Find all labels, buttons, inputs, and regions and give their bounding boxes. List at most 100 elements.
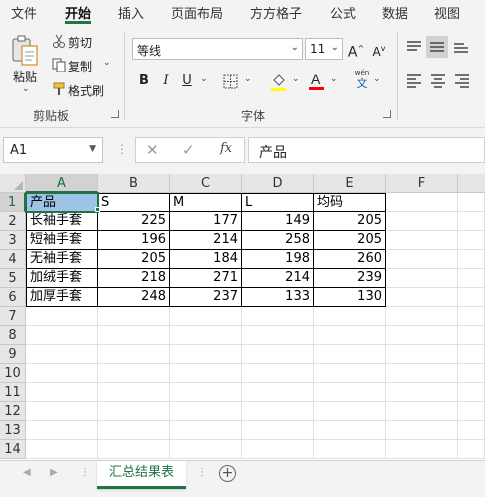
column-header-c[interactable]: C bbox=[170, 174, 242, 193]
empty-cell[interactable] bbox=[98, 421, 170, 440]
cell-c6[interactable]: 237 bbox=[170, 288, 242, 307]
empty-cell[interactable] bbox=[314, 364, 386, 383]
empty-cell[interactable] bbox=[386, 383, 458, 402]
insert-function-icon[interactable]: fx bbox=[220, 141, 232, 156]
empty-cell[interactable] bbox=[242, 421, 314, 440]
tab-ffgz[interactable]: 方方格子 bbox=[250, 3, 302, 22]
empty-cell[interactable] bbox=[26, 421, 98, 440]
cell-e6[interactable]: 130 bbox=[314, 288, 386, 307]
empty-cell[interactable] bbox=[170, 402, 242, 421]
font-launcher-icon[interactable] bbox=[383, 110, 391, 118]
align-top-icon[interactable] bbox=[405, 38, 423, 56]
cell-b6[interactable]: 248 bbox=[98, 288, 170, 307]
column-header-b[interactable]: B bbox=[98, 174, 170, 193]
empty-cell[interactable] bbox=[458, 231, 485, 250]
cell-c3[interactable]: 214 bbox=[170, 231, 242, 250]
cell-e1[interactable]: 均码 bbox=[314, 193, 386, 212]
empty-cell[interactable] bbox=[170, 364, 242, 383]
cell-b1[interactable]: S bbox=[98, 193, 170, 212]
italic-button[interactable]: I bbox=[155, 70, 177, 92]
borders-icon[interactable] bbox=[223, 74, 238, 89]
empty-cell[interactable] bbox=[458, 326, 485, 345]
column-header-d[interactable]: D bbox=[242, 174, 314, 193]
empty-cell[interactable] bbox=[242, 326, 314, 345]
empty-cell[interactable] bbox=[458, 288, 485, 307]
format-painter-button[interactable]: 格式刷 bbox=[68, 82, 104, 99]
empty-cell[interactable] bbox=[386, 326, 458, 345]
align-right-icon[interactable] bbox=[453, 72, 471, 90]
cut-button[interactable]: 剪切 bbox=[68, 34, 92, 51]
empty-cell[interactable] bbox=[98, 345, 170, 364]
cell-d6[interactable]: 133 bbox=[242, 288, 314, 307]
cell-d5[interactable]: 214 bbox=[242, 269, 314, 288]
cell-e2[interactable]: 205 bbox=[314, 212, 386, 231]
empty-cell[interactable] bbox=[458, 307, 485, 326]
fill-handle[interactable] bbox=[95, 207, 100, 212]
paste-dropdown-icon[interactable]: ⌄ bbox=[22, 84, 30, 94]
empty-cell[interactable] bbox=[386, 440, 458, 459]
empty-cell[interactable] bbox=[458, 345, 485, 364]
cell-c2[interactable]: 177 bbox=[170, 212, 242, 231]
empty-cell[interactable] bbox=[98, 326, 170, 345]
empty-cell[interactable] bbox=[170, 345, 242, 364]
empty-cell[interactable] bbox=[386, 231, 458, 250]
grow-font-button[interactable]: A^ bbox=[345, 38, 367, 61]
empty-cell[interactable] bbox=[314, 383, 386, 402]
empty-cell[interactable] bbox=[386, 345, 458, 364]
font-color-icon[interactable]: A bbox=[308, 70, 325, 92]
cell-a5[interactable]: 加绒手套 bbox=[26, 269, 98, 288]
empty-cell[interactable] bbox=[98, 402, 170, 421]
tab-formulas[interactable]: 公式 bbox=[330, 3, 356, 22]
empty-cell[interactable] bbox=[170, 421, 242, 440]
row-header-7[interactable]: 7 bbox=[0, 307, 26, 326]
formula-input[interactable]: 产品 bbox=[248, 137, 485, 163]
empty-cell[interactable] bbox=[98, 364, 170, 383]
empty-cell[interactable] bbox=[242, 307, 314, 326]
empty-cell[interactable] bbox=[458, 212, 485, 231]
empty-cell[interactable] bbox=[458, 440, 485, 459]
name-box[interactable]: A1 ▼ bbox=[3, 137, 103, 163]
empty-cell[interactable] bbox=[170, 307, 242, 326]
cell-a2[interactable]: 长袖手套 bbox=[26, 212, 98, 231]
tab-data[interactable]: 数据 bbox=[382, 3, 408, 22]
empty-cell[interactable] bbox=[314, 402, 386, 421]
empty-cell[interactable] bbox=[386, 364, 458, 383]
empty-cell[interactable] bbox=[170, 440, 242, 459]
empty-cell[interactable] bbox=[26, 345, 98, 364]
cell-b3[interactable]: 196 bbox=[98, 231, 170, 250]
copy-icon[interactable] bbox=[52, 58, 66, 73]
font-size-select[interactable]: 11 ⌄ bbox=[305, 38, 343, 60]
empty-cell[interactable] bbox=[386, 250, 458, 269]
empty-cell[interactable] bbox=[26, 383, 98, 402]
row-header-9[interactable]: 9 bbox=[0, 345, 26, 364]
cell-b4[interactable]: 205 bbox=[98, 250, 170, 269]
next-sheet-icon[interactable]: ▶ bbox=[50, 467, 58, 478]
cell-e5[interactable]: 239 bbox=[314, 269, 386, 288]
cell-d1[interactable]: L bbox=[242, 193, 314, 212]
empty-cell[interactable] bbox=[98, 307, 170, 326]
font-name-select[interactable]: 等线 ⌄ bbox=[132, 38, 303, 60]
row-header-14[interactable]: 14 bbox=[0, 440, 26, 459]
row-header-5[interactable]: 5 bbox=[0, 269, 26, 288]
cell-e3[interactable]: 205 bbox=[314, 231, 386, 250]
empty-cell[interactable] bbox=[242, 364, 314, 383]
cell-a4[interactable]: 无袖手套 bbox=[26, 250, 98, 269]
row-header-2[interactable]: 2 bbox=[0, 212, 26, 231]
clipboard-launcher-icon[interactable] bbox=[111, 110, 119, 118]
column-header-f[interactable]: F bbox=[386, 174, 458, 193]
copy-dropdown-icon[interactable]: ⌄ bbox=[103, 58, 111, 68]
column-header-e[interactable]: E bbox=[314, 174, 386, 193]
align-middle-icon[interactable] bbox=[426, 36, 448, 58]
phonetic-button[interactable]: wén 文 bbox=[353, 69, 371, 91]
empty-cell[interactable] bbox=[386, 421, 458, 440]
enter-icon[interactable]: ✓ bbox=[182, 141, 195, 159]
row-header-8[interactable]: 8 bbox=[0, 326, 26, 345]
cell-a1[interactable]: 产品 bbox=[25, 192, 99, 213]
empty-cell[interactable] bbox=[386, 307, 458, 326]
empty-cell[interactable] bbox=[170, 383, 242, 402]
bold-button[interactable]: B bbox=[133, 70, 155, 92]
empty-cell[interactable] bbox=[458, 250, 485, 269]
empty-cell[interactable] bbox=[458, 421, 485, 440]
empty-cell[interactable] bbox=[386, 212, 458, 231]
column-header-a[interactable]: A bbox=[26, 174, 98, 193]
